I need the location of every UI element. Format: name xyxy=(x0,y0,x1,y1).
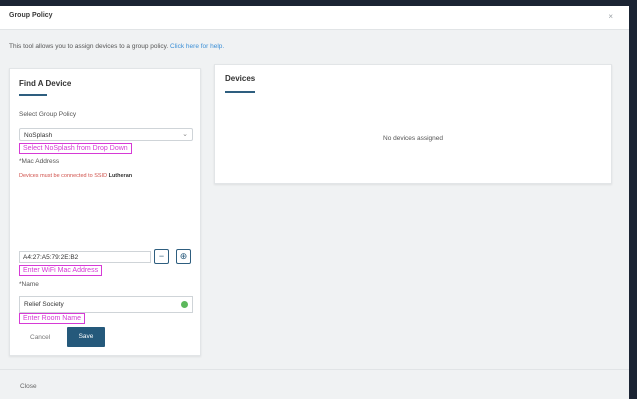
find-device-underline xyxy=(19,94,47,96)
save-button[interactable]: Save xyxy=(67,327,105,347)
group-policy-select-value: NoSplash xyxy=(24,132,53,139)
modal-header: Group Policy × xyxy=(0,6,629,30)
cancel-button[interactable]: Cancel xyxy=(30,334,50,341)
name-annotation: Enter Room Name xyxy=(19,313,85,324)
devices-title: Devices xyxy=(225,74,256,83)
name-label: *Name xyxy=(19,281,39,288)
mac-address-label: *Mac Address xyxy=(19,158,60,165)
intro-description: This tool allows you to assign devices t… xyxy=(9,43,169,50)
footer-divider xyxy=(0,369,629,370)
valid-check-icon xyxy=(181,301,188,308)
mac-annotation: Enter WiFi Mac Address xyxy=(19,265,103,276)
add-mac-button[interactable]: ⊕ xyxy=(176,249,191,264)
modal-title: Group Policy xyxy=(9,12,53,19)
select-group-policy-label: Select Group Policy xyxy=(19,111,77,118)
select-annotation: Select NoSplash from Drop Down xyxy=(19,143,132,154)
chevron-down-icon: ⌄ xyxy=(182,131,188,138)
mac-address-value: A4:27:A5:79:2E:B2 xyxy=(23,254,79,261)
no-devices-message: No devices assigned xyxy=(383,135,443,142)
intro-text: This tool allows you to assign devices t… xyxy=(9,43,224,50)
mac-hint-text: Devices must be connected to SSID xyxy=(19,173,108,179)
group-policy-select[interactable]: NoSplash ⌄ xyxy=(19,128,193,141)
close-icon[interactable]: × xyxy=(608,12,613,21)
remove-mac-button[interactable]: − xyxy=(154,249,169,264)
mac-address-input[interactable]: A4:27:A5:79:2E:B2 xyxy=(19,251,151,263)
find-device-title: Find A Device xyxy=(19,79,72,88)
find-device-panel: Find A Device Select Group Policy NoSpla… xyxy=(9,68,201,356)
window-right-edge xyxy=(629,6,637,399)
name-value: Relief Society xyxy=(24,301,64,308)
group-policy-modal: Group Policy × This tool allows you to a… xyxy=(0,6,629,399)
devices-underline xyxy=(225,91,255,93)
devices-panel: Devices No devices assigned xyxy=(214,64,612,184)
help-link[interactable]: Click here for help. xyxy=(170,43,224,50)
mac-hint-ssid: Lutheran xyxy=(108,173,133,179)
mac-address-hint: Devices must be connected to SSID Luther… xyxy=(19,173,132,179)
name-input[interactable]: Relief Society xyxy=(19,296,193,313)
footer-close-button[interactable]: Close xyxy=(20,383,37,390)
